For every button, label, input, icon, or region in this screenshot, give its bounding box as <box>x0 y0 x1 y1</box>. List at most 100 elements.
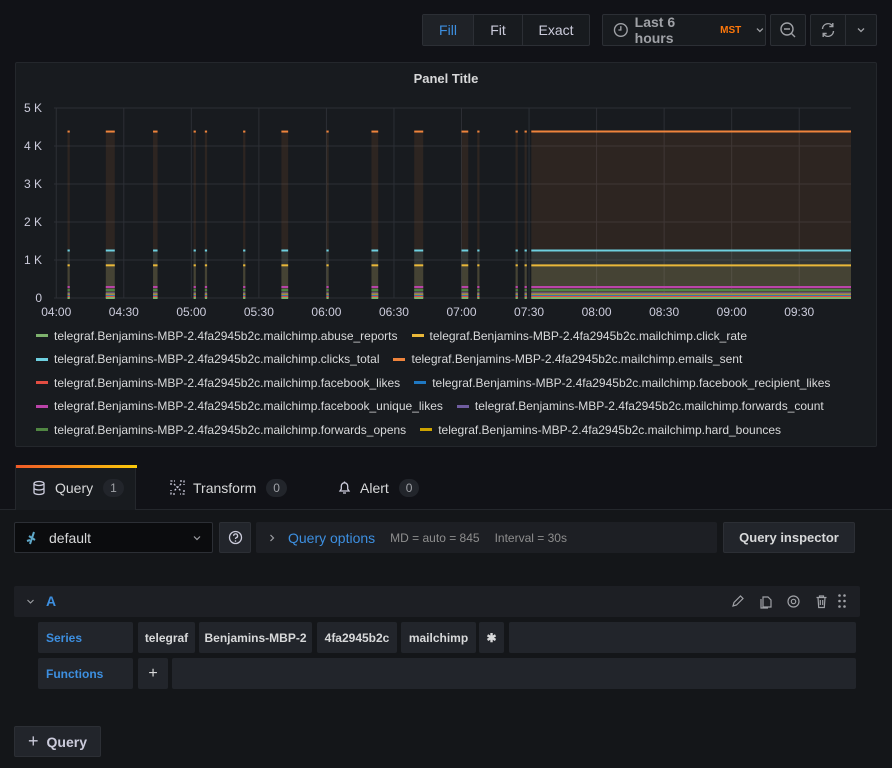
tab-transform[interactable]: Transform 0 <box>170 465 287 510</box>
legend-label: telegraf.Benjamins-MBP-2.4fa2945b2c.mail… <box>54 422 407 437</box>
y-tick-label: 2 K <box>24 215 42 229</box>
exact-button[interactable]: Exact <box>523 15 589 45</box>
legend-item[interactable]: telegraf.Benjamins-MBP-2.4fa2945b2c.mail… <box>36 325 398 346</box>
refresh-interval-dropdown[interactable] <box>846 15 876 45</box>
legend-color-swatch <box>36 428 48 432</box>
panel-title[interactable]: Panel Title <box>16 71 876 86</box>
legend-label: telegraf.Benjamins-MBP-2.4fa2945b2c.mail… <box>54 352 380 367</box>
functions-filler <box>172 658 856 689</box>
active-tab-indicator <box>16 465 137 468</box>
functions-label: Functions <box>38 658 133 689</box>
legend-color-swatch <box>420 428 433 432</box>
fill-button[interactable]: Fill <box>423 15 474 45</box>
time-range-label: Last 6 hours <box>634 14 676 46</box>
legend-color-swatch <box>36 404 48 408</box>
legend-label: telegraf.Benjamins-MBP-2.4fa2945b2c.mail… <box>54 328 398 343</box>
clock-icon <box>613 22 628 38</box>
legend-item[interactable]: telegraf.Benjamins-MBP-2.4fa2945b2c.mail… <box>456 396 824 417</box>
tab-label: Alert <box>360 479 389 496</box>
x-tick-label: 07:00 <box>446 305 476 319</box>
x-tick-label: 08:00 <box>582 305 612 319</box>
add-query-label: Query <box>46 733 87 750</box>
legend-item[interactable]: telegraf.Benjamins-MBP-2.4fa2945b2c.mail… <box>411 325 747 346</box>
x-tick-label: 08:30 <box>649 305 679 319</box>
legend-label: telegraf.Benjamins-MBP-2.4fa2945b2c.mail… <box>438 422 782 437</box>
series-filler <box>509 622 856 653</box>
legend-label: telegraf.Benjamins-MBP-2.4fa2945b2c.mail… <box>54 399 443 414</box>
legend-color-swatch <box>36 381 48 385</box>
x-tick-label: 05:00 <box>176 305 206 319</box>
x-tick-label: 04:00 <box>41 305 71 319</box>
tab-count: 0 <box>398 478 420 497</box>
query-options-label: Query options <box>288 529 376 546</box>
x-tick-label: 07:30 <box>514 305 544 319</box>
duplicate-icon[interactable] <box>759 594 773 609</box>
tab-label: Transform <box>193 479 257 496</box>
tab-query[interactable]: Query 1 <box>15 465 137 510</box>
legend-label: telegraf.Benjamins-MBP-2.4fa2945b2c.mail… <box>432 375 831 390</box>
series-segment-mailchimp[interactable]: mailchimp <box>401 622 476 653</box>
legend-item[interactable]: telegraf.Benjamins-MBP-2.4fa2945b2c.mail… <box>414 372 830 393</box>
view-mode-group: Fill Fit Exact <box>422 14 590 46</box>
tab-count: 0 <box>266 478 287 497</box>
legend-item[interactable]: telegraf.Benjamins-MBP-2.4fa2945b2c.mail… <box>36 372 400 393</box>
bell-icon <box>338 481 351 494</box>
legend-color-swatch <box>414 381 427 385</box>
timezone-label: MST <box>720 24 742 36</box>
time-range-picker[interactable]: Last 6 hours MST <box>602 14 766 46</box>
legend-item[interactable]: telegraf.Benjamins-MBP-2.4fa2945b2c.mail… <box>420 419 781 440</box>
chevron-right-icon <box>270 534 275 541</box>
collapse-chevron-icon[interactable] <box>26 597 35 606</box>
y-tick-label: 1 K <box>24 253 42 267</box>
time-series-chart[interactable]: 0 1 K 2 K 3 K 4 K 5 K 04:00 04:30 05:00 05:30 06:0… <box>16 93 876 325</box>
tab-count: 1 <box>103 479 124 497</box>
tab-alert[interactable]: Alert 0 <box>338 465 420 510</box>
y-tick-label: 0 <box>35 291 42 305</box>
query-options-bar[interactable]: Query options MD = auto = 845 Interval =… <box>256 522 717 553</box>
graphite-logo-icon <box>26 531 36 544</box>
chevron-down-icon <box>857 28 865 33</box>
query-row-header[interactable]: A <box>14 586 860 617</box>
legend-label: telegraf.Benjamins-MBP-2.4fa2945b2c.mail… <box>429 328 747 343</box>
legend-item[interactable]: telegraf.Benjamins-MBP-2.4fa2945b2c.mail… <box>393 349 742 370</box>
legend-item[interactable]: telegraf.Benjamins-MBP-2.4fa2945b2c.mail… <box>36 396 443 417</box>
query-ref-id[interactable]: A <box>46 593 56 609</box>
series-segment-telegraf[interactable]: telegraf <box>138 622 195 653</box>
max-data-points: MD = auto = 845 <box>390 530 480 545</box>
transform-icon <box>170 480 185 495</box>
x-tick-label: 06:30 <box>379 305 409 319</box>
x-tick-label: 04:30 <box>109 305 139 319</box>
series-segment-host[interactable]: Benjamins-MBP-2 <box>199 622 312 653</box>
legend: telegraf.Benjamins-MBP-2.4fa2945b2c.mail… <box>36 325 866 443</box>
series-label: Series <box>38 622 133 653</box>
interval: Interval = 30s <box>494 530 567 545</box>
series-segment-id[interactable]: 4fa2945b2c <box>317 622 397 653</box>
legend-color-swatch <box>36 334 48 337</box>
series-segment-wildcard[interactable]: ✱ <box>479 622 504 653</box>
legend-label: telegraf.Benjamins-MBP-2.4fa2945b2c.mail… <box>54 375 401 390</box>
drag-handle-icon[interactable] <box>837 593 847 609</box>
fit-button[interactable]: Fit <box>474 15 523 45</box>
query-inspector-button[interactable]: Query inspector <box>723 522 855 553</box>
x-tick-label: 09:00 <box>717 305 747 319</box>
datasource-help-button[interactable] <box>219 522 251 553</box>
chevron-down-icon <box>756 28 764 33</box>
tab-label: Query <box>55 480 94 496</box>
edit-pencil-icon[interactable] <box>730 594 745 609</box>
legend-item[interactable]: telegraf.Benjamins-MBP-2.4fa2945b2c.mail… <box>36 349 379 370</box>
refresh-group <box>810 14 877 46</box>
plus-icon: + <box>28 731 39 751</box>
add-query-button[interactable]: + Query <box>14 726 101 757</box>
zoom-out-button[interactable] <box>770 14 806 46</box>
legend-color-swatch <box>393 357 406 361</box>
legend-color-swatch <box>456 404 469 408</box>
refresh-button[interactable] <box>811 15 846 45</box>
legend-item[interactable]: telegraf.Benjamins-MBP-2.4fa2945b2c.mail… <box>36 419 406 440</box>
eye-icon[interactable] <box>786 594 801 609</box>
trash-icon[interactable] <box>815 594 828 609</box>
add-function-button[interactable]: + <box>138 658 168 689</box>
database-icon <box>33 480 45 496</box>
help-icon <box>228 530 242 545</box>
datasource-picker[interactable]: default <box>14 522 213 553</box>
x-tick-label: 06:00 <box>311 305 341 319</box>
